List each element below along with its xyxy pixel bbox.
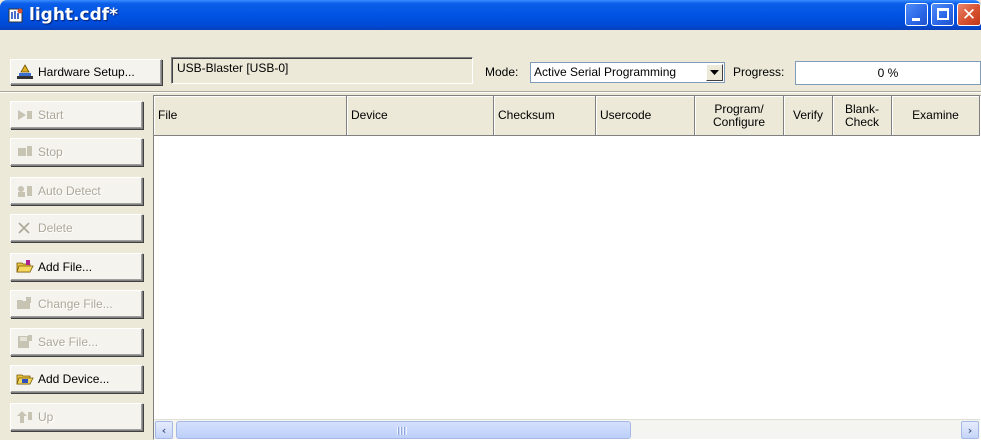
close-button[interactable]: ✕ — [957, 3, 981, 26]
progress-bar: 0 % — [795, 61, 981, 85]
hardware-setup-label: Hardware Setup... — [38, 65, 135, 79]
chevron-down-icon — [710, 69, 719, 75]
title-bar: light.cdf* ✕ — [0, 0, 981, 30]
minimize-button[interactable] — [905, 3, 928, 26]
delete-x-icon — [16, 220, 34, 236]
stop-icon — [16, 144, 34, 160]
column-header-usercode[interactable]: Usercode — [596, 96, 695, 136]
up-arrow-icon — [16, 409, 34, 425]
hardware-setup-icon — [16, 64, 34, 80]
chevron-left-icon: ‹ — [161, 423, 167, 437]
close-icon: ✕ — [961, 5, 977, 25]
add-device-button[interactable]: Add Device... — [10, 365, 143, 393]
change-file-icon — [16, 296, 34, 312]
start-label: Start — [38, 108, 64, 122]
column-header-program-configure[interactable]: Program/ Configure — [695, 96, 784, 136]
maximize-icon — [937, 8, 949, 20]
add-device-icon — [16, 371, 34, 387]
delete-label: Delete — [38, 221, 73, 235]
horizontal-scrollbar[interactable]: ‹ › — [154, 419, 980, 439]
minimize-icon — [912, 18, 920, 21]
delete-button[interactable]: Delete — [10, 214, 143, 242]
table-header: File Device Checksum Usercode Program/ C… — [154, 96, 980, 136]
grip-icon — [397, 427, 407, 435]
toolbar-divider — [0, 91, 981, 93]
save-file-label: Save File... — [38, 335, 99, 349]
up-label: Up — [38, 410, 54, 424]
mode-select[interactable]: Active Serial Programming — [530, 62, 725, 83]
app-icon — [8, 7, 24, 23]
hardware-value: USB-Blaster [USB-0] — [177, 61, 289, 75]
stop-button[interactable]: Stop — [10, 138, 143, 166]
scroll-right-button[interactable]: › — [961, 421, 979, 439]
auto-detect-label: Auto Detect — [38, 184, 101, 198]
chevron-right-icon: › — [967, 423, 973, 437]
mode-label: Mode: — [485, 65, 519, 79]
start-icon — [16, 107, 34, 123]
hardware-setup-button[interactable]: Hardware Setup... — [10, 59, 162, 85]
auto-detect-button[interactable]: Auto Detect — [10, 177, 143, 205]
up-button[interactable]: Up — [10, 403, 143, 431]
column-header-examine[interactable]: Examine — [892, 96, 980, 136]
hardware-field: USB-Blaster [USB-0] — [171, 57, 473, 84]
save-file-button[interactable]: Save File... — [10, 328, 143, 356]
mode-value: Active Serial Programming — [534, 65, 677, 79]
column-header-blank-check[interactable]: Blank- Check — [833, 96, 892, 136]
column-header-device[interactable]: Device — [347, 96, 494, 136]
save-disk-icon — [16, 334, 34, 350]
add-device-label: Add Device... — [38, 372, 110, 386]
start-button[interactable]: Start — [10, 101, 143, 129]
column-header-verify[interactable]: Verify — [784, 96, 833, 136]
column-header-file[interactable]: File — [154, 96, 347, 136]
device-table: File Device Checksum Usercode Program/ C… — [153, 95, 981, 440]
stop-label: Stop — [38, 145, 63, 159]
auto-detect-icon — [16, 183, 34, 199]
open-folder-icon — [16, 259, 34, 275]
dropdown-arrow-button[interactable] — [706, 64, 723, 81]
window-title: light.cdf* — [29, 5, 119, 25]
change-file-label: Change File... — [38, 297, 113, 311]
add-file-label: Add File... — [38, 260, 93, 274]
maximize-button[interactable] — [931, 3, 954, 26]
scrollbar-thumb[interactable] — [176, 421, 631, 439]
column-header-checksum[interactable]: Checksum — [494, 96, 596, 136]
add-file-button[interactable]: Add File... — [10, 253, 143, 281]
change-file-button[interactable]: Change File... — [10, 290, 143, 318]
hardware-toolbar: Hardware Setup... USB-Blaster [USB-0] Mo… — [0, 30, 981, 92]
progress-label: Progress: — [733, 65, 785, 79]
progress-value: 0 % — [877, 66, 899, 80]
scroll-left-button[interactable]: ‹ — [155, 421, 173, 439]
